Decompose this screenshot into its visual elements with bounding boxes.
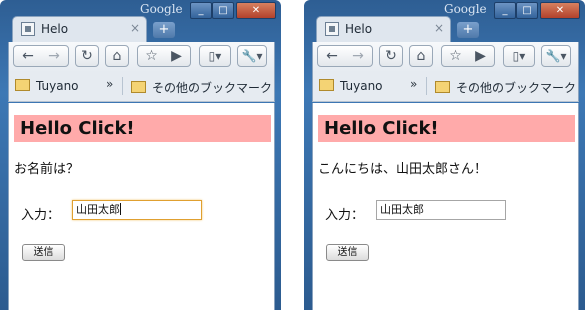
page-content: Hello Click! お名前は？ 入力： 山田太郎 送信 xyxy=(8,103,275,310)
wrench-icon[interactable]: 🔧▾ xyxy=(541,45,571,67)
tab-title: Helo xyxy=(345,22,373,36)
bookmark-other[interactable]: その他のブックマーク xyxy=(435,79,576,96)
browser-window-right: Google _ □ ✕ Helo × + ← → ↻ ⌂ ☆ ▶ ▯▾ 🔧▾ Tu… xyxy=(304,0,585,310)
back-icon[interactable]: ← xyxy=(319,46,345,66)
submit-button[interactable]: 送信 xyxy=(326,244,369,261)
reload-icon[interactable]: ↻ xyxy=(75,45,99,67)
page-menu-icon[interactable]: ▯▾ xyxy=(503,45,535,67)
folder-icon xyxy=(319,79,334,91)
title-bar: Google _ □ ✕ Helo × + xyxy=(0,0,281,42)
home-icon[interactable]: ⌂ xyxy=(409,45,433,67)
star-play-group: ☆ ▶ xyxy=(137,45,191,67)
bookmark-tuyano[interactable]: Tuyano xyxy=(15,79,79,93)
folder-icon xyxy=(15,79,30,91)
back-icon[interactable]: ← xyxy=(15,46,41,66)
play-icon[interactable]: ▶ xyxy=(164,46,189,66)
page-content: Hello Click! こんにちは、山田太郎さん！ 入力： 山田太郎 送信 xyxy=(312,103,579,310)
home-icon[interactable]: ⌂ xyxy=(105,45,129,67)
maximize-button[interactable]: □ xyxy=(212,2,234,19)
star-icon[interactable]: ☆ xyxy=(139,46,164,66)
folder-icon xyxy=(435,81,450,93)
close-window-button[interactable]: ✕ xyxy=(236,2,276,19)
star-play-group: ☆ ▶ xyxy=(441,45,495,67)
reload-icon[interactable]: ↻ xyxy=(379,45,403,67)
bookmarks-separator xyxy=(426,77,427,95)
bookmarks-bar: Tuyano » その他のブックマーク xyxy=(8,72,275,102)
bookmark-tuyano[interactable]: Tuyano xyxy=(319,79,383,93)
maximize-button[interactable]: □ xyxy=(516,2,538,19)
page-menu-icon[interactable]: ▯▾ xyxy=(199,45,231,67)
input-label: 入力： xyxy=(325,208,365,223)
text-caret xyxy=(120,203,121,215)
tab-title: Helo xyxy=(41,22,69,36)
back-forward-group: ← → xyxy=(13,45,69,67)
forward-icon[interactable]: → xyxy=(345,46,371,66)
title-bar: Google _ □ ✕ Helo × + xyxy=(304,0,585,42)
page-heading: Hello Click! xyxy=(318,115,575,142)
favicon-icon xyxy=(325,22,339,36)
tab-helo[interactable]: Helo × xyxy=(12,16,147,42)
message-text: こんにちは、山田太郎さん！ xyxy=(318,162,488,177)
wrench-icon[interactable]: 🔧▾ xyxy=(237,45,267,67)
bookmarks-overflow-chevron[interactable]: » xyxy=(106,77,113,91)
bookmarks-bar: Tuyano » その他のブックマーク xyxy=(312,72,579,102)
name-input[interactable]: 山田太郎 xyxy=(72,200,202,220)
page-heading: Hello Click! xyxy=(14,115,271,142)
new-tab-button[interactable]: + xyxy=(153,22,175,38)
favicon-icon xyxy=(21,22,35,36)
star-icon[interactable]: ☆ xyxy=(443,46,468,66)
folder-icon xyxy=(131,81,146,93)
new-tab-button[interactable]: + xyxy=(457,22,479,38)
submit-button[interactable]: 送信 xyxy=(22,244,65,261)
name-input-value: 山田太郎 xyxy=(380,203,424,216)
bookmark-other[interactable]: その他のブックマーク xyxy=(131,79,272,96)
tab-close-icon[interactable]: × xyxy=(130,21,140,35)
name-input-value: 山田太郎 xyxy=(76,203,120,216)
browser-toolbar: ← → ↻ ⌂ ☆ ▶ ▯▾ 🔧▾ xyxy=(8,42,275,72)
google-brand: Google xyxy=(140,2,183,16)
forward-icon[interactable]: → xyxy=(41,46,67,66)
browser-toolbar: ← → ↻ ⌂ ☆ ▶ ▯▾ 🔧▾ xyxy=(312,42,579,72)
input-label: 入力： xyxy=(21,208,61,223)
tab-close-icon[interactable]: × xyxy=(434,21,444,35)
minimize-button[interactable]: _ xyxy=(494,2,516,19)
google-brand: Google xyxy=(444,2,487,16)
back-forward-group: ← → xyxy=(317,45,373,67)
message-text: お名前は？ xyxy=(14,162,80,177)
browser-window-left: Google _ □ ✕ Helo × + ← → ↻ ⌂ ☆ ▶ ▯▾ 🔧▾ Tu… xyxy=(0,0,281,310)
bookmarks-overflow-chevron[interactable]: » xyxy=(410,77,417,91)
bookmarks-separator xyxy=(122,77,123,95)
tab-helo[interactable]: Helo × xyxy=(316,16,451,42)
minimize-button[interactable]: _ xyxy=(190,2,212,19)
close-window-button[interactable]: ✕ xyxy=(540,2,580,19)
name-input[interactable]: 山田太郎 xyxy=(376,200,506,220)
play-icon[interactable]: ▶ xyxy=(468,46,493,66)
